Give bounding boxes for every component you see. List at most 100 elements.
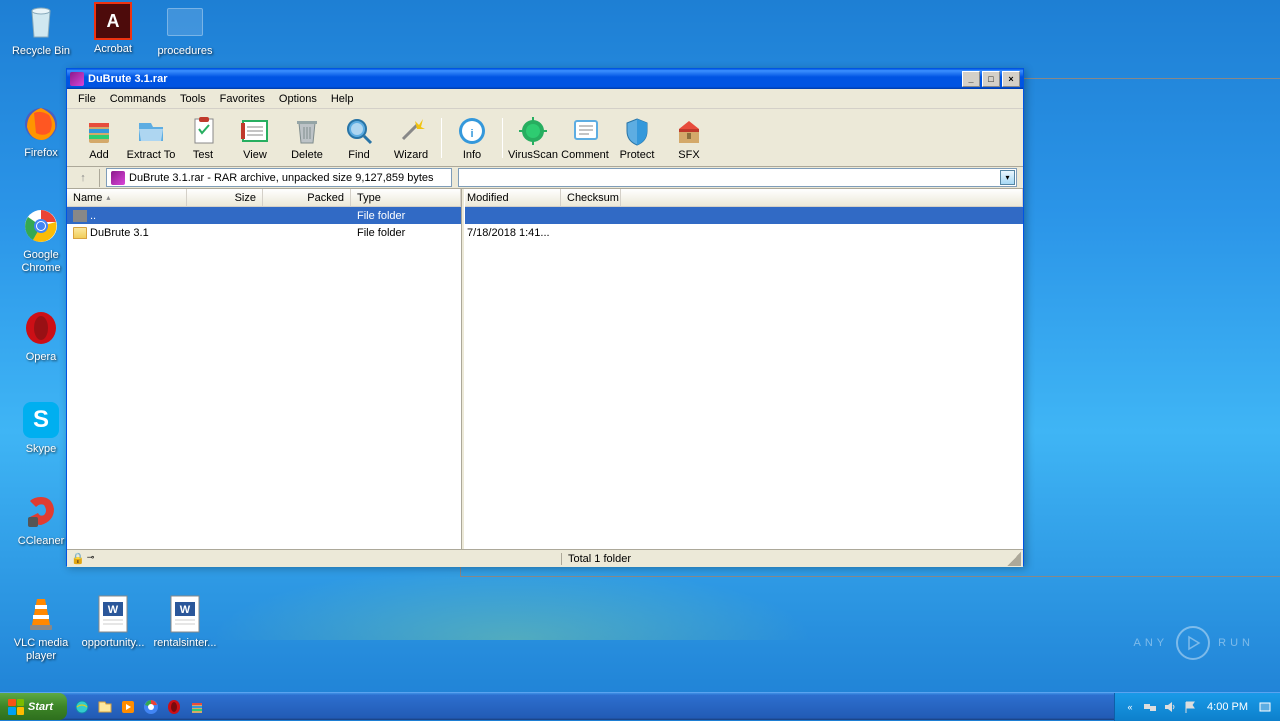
desktop-icon-doc-rentals[interactable]: W rentalsinter... (150, 594, 220, 650)
toolbar-view[interactable]: View (229, 111, 281, 165)
virusscan-icon (517, 115, 549, 147)
archive-icon (111, 171, 125, 185)
folder-icon (73, 227, 87, 239)
recycle-bin-icon (21, 2, 61, 42)
chevron-down-icon[interactable]: ▾ (1000, 170, 1015, 185)
vlc-icon (21, 594, 61, 634)
chrome-icon (21, 206, 61, 246)
key-icon: ⊸ (87, 552, 95, 565)
ql-chrome[interactable] (140, 696, 162, 718)
up-button[interactable]: ↑ (73, 169, 93, 187)
system-tray: « 4:00 PM (1114, 693, 1280, 721)
ql-opera[interactable] (163, 696, 185, 718)
folder-icon (165, 2, 205, 42)
path-display[interactable]: DuBrute 3.1.rar - RAR archive, unpacked … (106, 168, 452, 187)
acrobat-icon: A (94, 2, 132, 40)
file-row[interactable]: DuBrute 3.1 File folder 7/18/2018 1:41..… (67, 224, 1023, 241)
desktop-icon-acrobat[interactable]: A Acrobat (78, 2, 148, 56)
opera-icon (21, 308, 61, 348)
ql-ie[interactable] (71, 696, 93, 718)
menu-help[interactable]: Help (324, 91, 361, 107)
sort-asc-icon: ▴ (106, 193, 110, 202)
tray-expand-icon[interactable]: « (1123, 700, 1137, 714)
toolbar-wizard[interactable]: Wizard (385, 111, 437, 165)
toolbar-delete[interactable]: Delete (281, 111, 333, 165)
path-combo[interactable]: ▾ (458, 168, 1017, 187)
toolbar-find[interactable]: Find (333, 111, 385, 165)
tray-flag-icon[interactable] (1183, 700, 1197, 714)
minimize-button[interactable]: _ (962, 71, 980, 87)
windows-logo-icon (8, 699, 24, 715)
desktop-icon-recycle-bin[interactable]: Recycle Bin (6, 2, 76, 58)
resize-grip[interactable] (1007, 552, 1021, 566)
col-type[interactable]: Type (351, 189, 461, 206)
word-doc-icon: W (93, 594, 133, 634)
play-icon (1176, 626, 1210, 660)
toolbar-sfx[interactable]: SFX (663, 111, 715, 165)
desktop-icon-vlc[interactable]: VLC media player (6, 594, 76, 663)
info-icon: i (456, 115, 488, 147)
winrar-icon (70, 72, 84, 86)
lock-icon: 🔒 (71, 552, 85, 565)
clock[interactable]: 4:00 PM (1203, 701, 1252, 713)
col-modified[interactable]: Modified (461, 189, 561, 206)
extract-icon (135, 115, 167, 147)
pathbar: ↑ DuBrute 3.1.rar - RAR archive, unpacke… (67, 167, 1023, 189)
guide-line (460, 576, 1280, 577)
status-icons: 🔒 ⊸ (67, 552, 111, 565)
col-checksum[interactable]: Checksum (561, 189, 621, 206)
menu-tools[interactable]: Tools (173, 91, 213, 107)
menu-options[interactable]: Options (272, 91, 324, 107)
firefox-icon (21, 104, 61, 144)
toolbar-test[interactable]: Test (177, 111, 229, 165)
toolbar-extract-to[interactable]: Extract To (125, 111, 177, 165)
svg-text:i: i (470, 128, 473, 140)
menu-file[interactable]: File (71, 91, 103, 107)
titlebar[interactable]: DuBrute 3.1.rar _ □ × (67, 69, 1023, 89)
file-list: Name▴ Size Packed Type Modified Checksum… (67, 189, 1023, 549)
quick-launch (67, 696, 212, 718)
toolbar-virusscan[interactable]: VirusScan (507, 111, 559, 165)
toolbar-protect[interactable]: Protect (611, 111, 663, 165)
watermark: ANY RUN (1134, 626, 1254, 660)
col-size[interactable]: Size (187, 189, 263, 206)
statusbar: 🔒 ⊸ Total 1 folder (67, 549, 1023, 567)
skype-icon: S (21, 400, 61, 440)
maximize-button[interactable]: □ (982, 71, 1000, 87)
desktop-icon-doc-opportunity[interactable]: W opportunity... (78, 594, 148, 650)
tray-volume-icon[interactable] (1163, 700, 1177, 714)
menubar: File Commands Tools Favorites Options He… (67, 89, 1023, 109)
toolbar-add[interactable]: Add (73, 111, 125, 165)
svg-text:W: W (180, 604, 191, 616)
taskbar: Start « 4:00 PM (0, 692, 1280, 720)
close-button[interactable]: × (1002, 71, 1020, 87)
start-button[interactable]: Start (0, 693, 67, 720)
wizard-icon (395, 115, 427, 147)
ccleaner-icon (21, 492, 61, 532)
window-title: DuBrute 3.1.rar (88, 73, 962, 85)
menu-commands[interactable]: Commands (103, 91, 173, 107)
toolbar-info[interactable]: iInfo (446, 111, 498, 165)
ql-media[interactable] (117, 696, 139, 718)
col-packed[interactable]: Packed (263, 189, 351, 206)
menu-favorites[interactable]: Favorites (213, 91, 272, 107)
toolbar-separator (502, 118, 503, 158)
svg-text:W: W (108, 604, 119, 616)
desktop-icon-procedures[interactable]: procedures (150, 2, 220, 58)
ql-winrar[interactable] (186, 696, 208, 718)
ql-explorer[interactable] (94, 696, 116, 718)
protect-icon (621, 115, 653, 147)
delete-icon (291, 115, 323, 147)
status-total: Total 1 folder (561, 553, 1005, 565)
file-row-parent[interactable]: .. File folder (67, 207, 1023, 224)
tray-show-desktop[interactable] (1258, 700, 1272, 714)
winrar-window: DuBrute 3.1.rar _ □ × File Commands Tool… (66, 68, 1024, 566)
tray-network-icon[interactable] (1143, 700, 1157, 714)
column-headers: Name▴ Size Packed Type Modified Checksum (67, 189, 1023, 207)
add-icon (83, 115, 115, 147)
toolbar: Add Extract To Test View Delete Find Wiz… (67, 109, 1023, 167)
folder-up-icon (73, 210, 87, 222)
toolbar-comment[interactable]: Comment (559, 111, 611, 165)
col-name[interactable]: Name▴ (67, 189, 187, 206)
pane-divider[interactable] (461, 189, 465, 549)
